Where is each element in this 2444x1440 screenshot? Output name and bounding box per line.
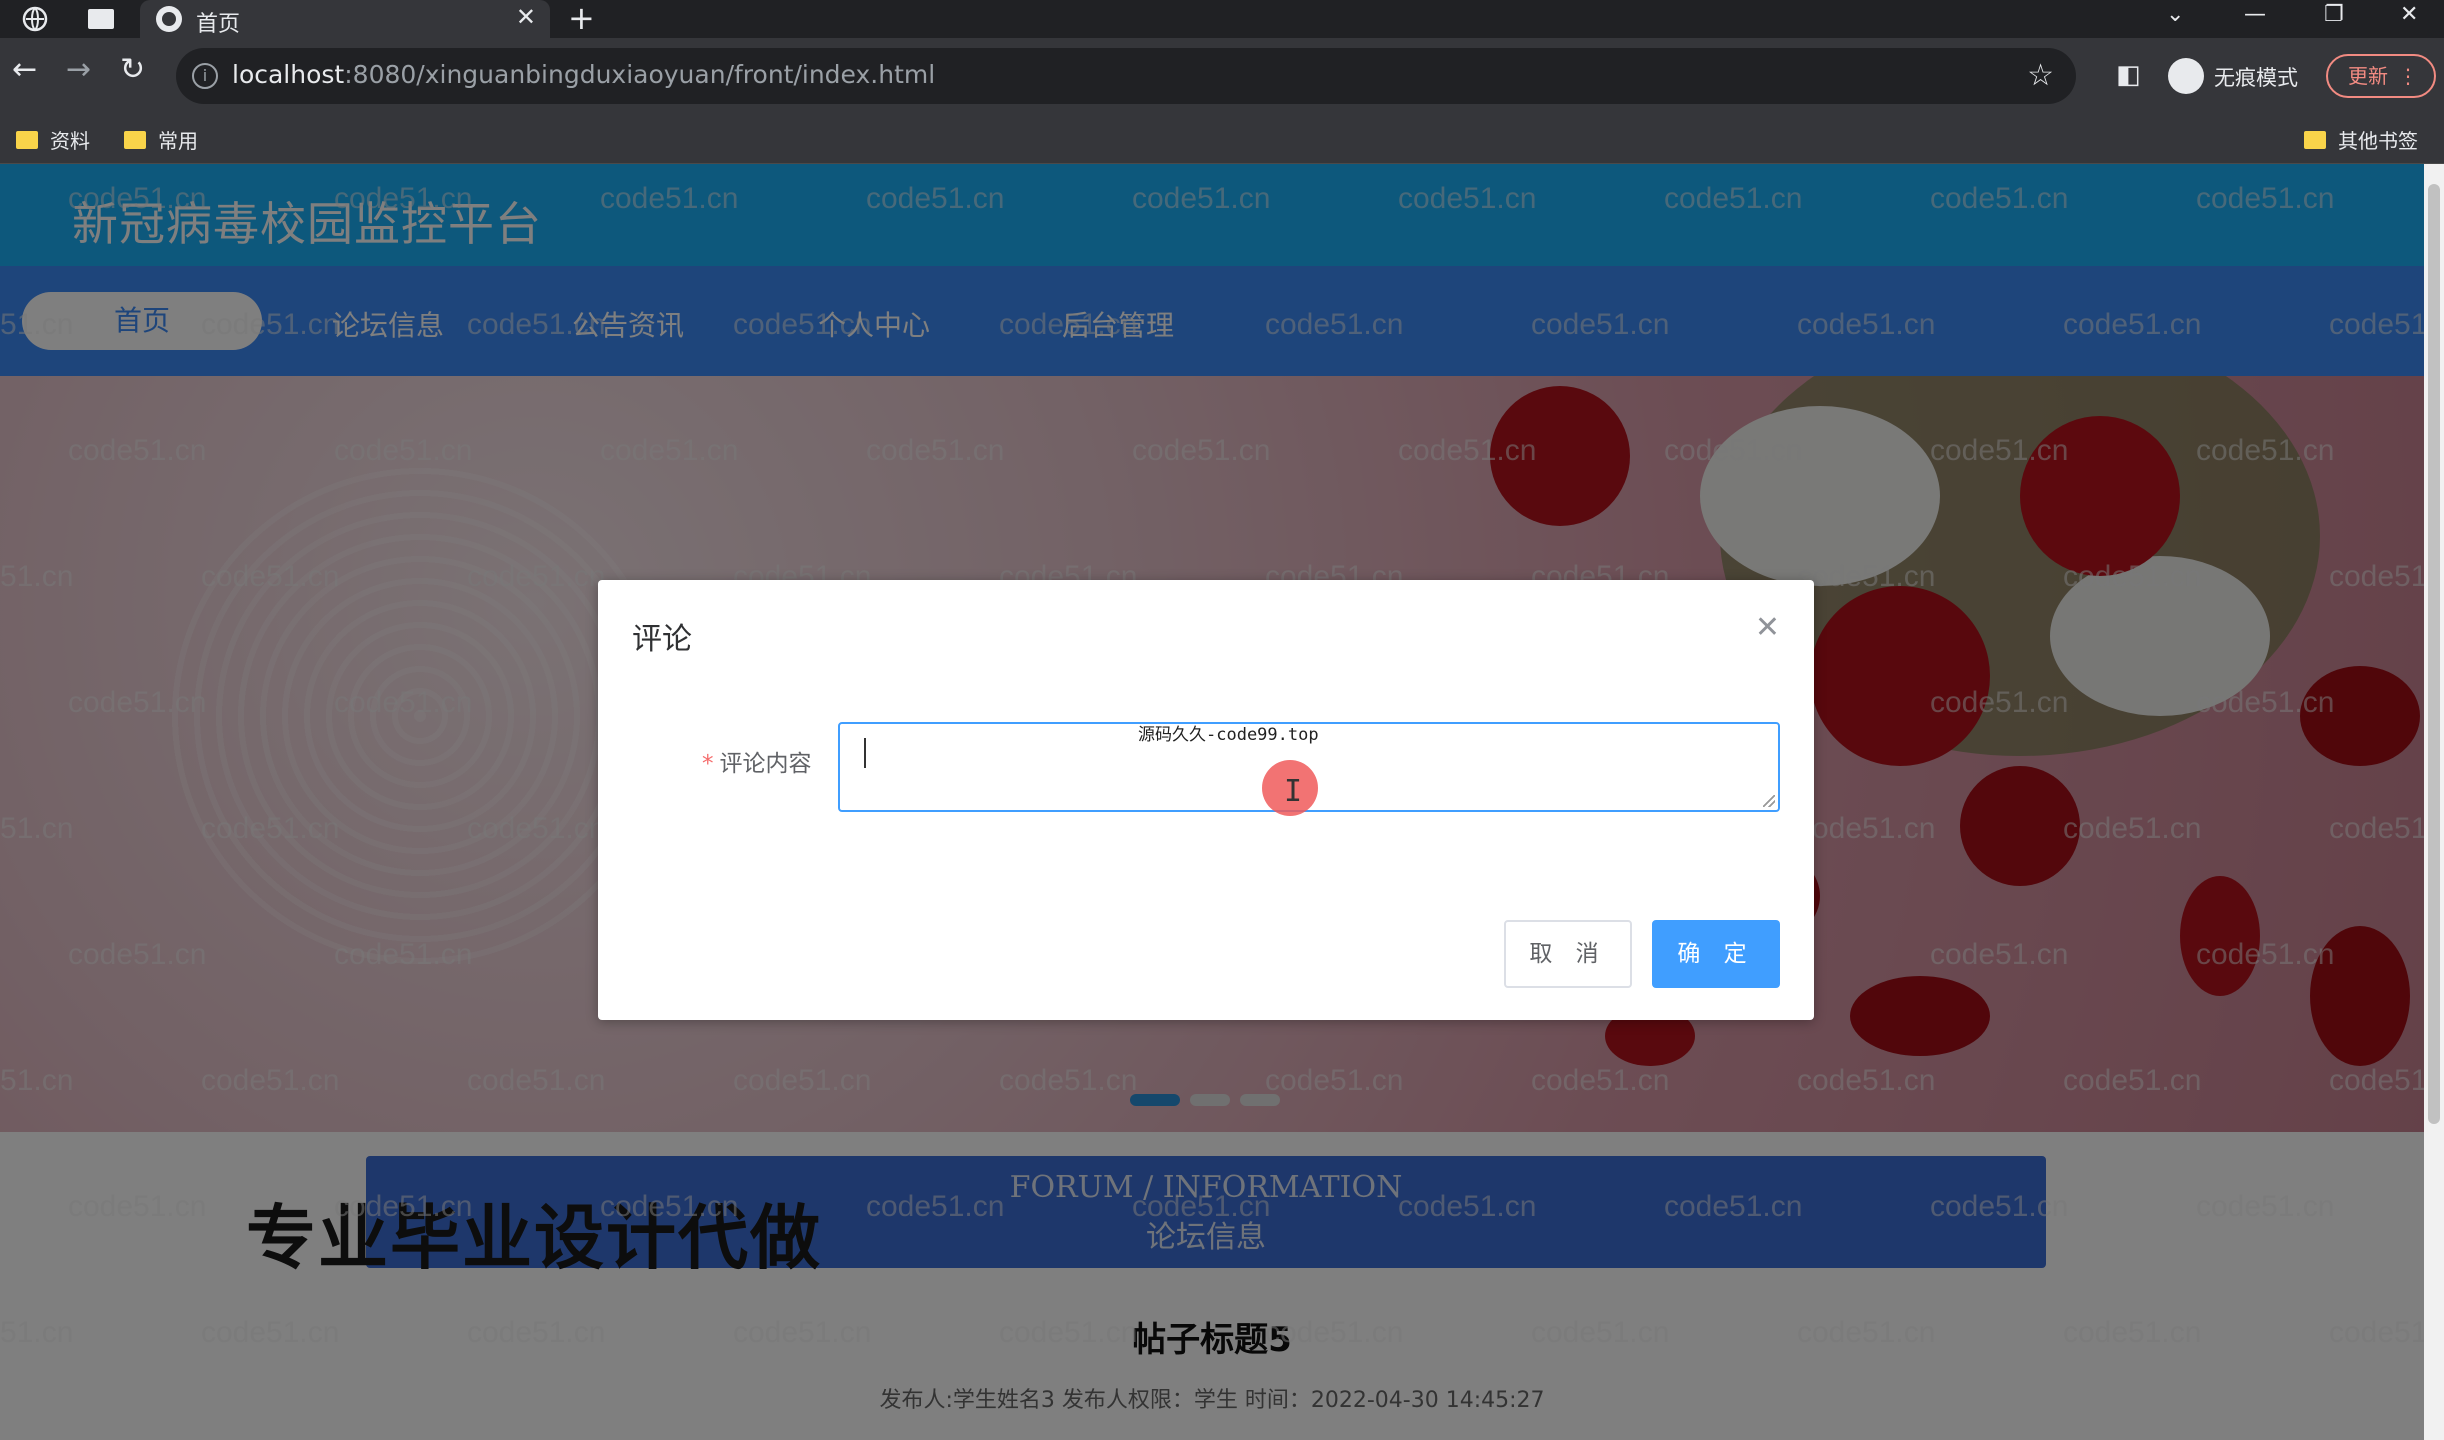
browser-tabstrip: 首页 ✕ + ⌄ — ❐ ✕ <box>0 0 2444 38</box>
menu-dots-icon[interactable]: ⋮ <box>2398 64 2418 88</box>
site-info-icon[interactable]: i <box>192 63 218 89</box>
reload-icon[interactable]: ↻ <box>120 52 145 87</box>
bookmark-folder-other[interactable]: 其他书签 <box>2304 125 2418 154</box>
overlay-hint-text: 源码久久-code99.top <box>1138 725 1319 745</box>
incognito-label: 无痕模式 <box>2214 66 2298 90</box>
tab-groups-icon[interactable] <box>86 4 116 34</box>
confirm-button[interactable]: 确 定 <box>1652 920 1780 988</box>
browser-tab-active[interactable]: 首页 ✕ <box>140 0 550 38</box>
resize-grip-icon[interactable] <box>1763 795 1775 807</box>
dialog-title: 评论 <box>632 622 692 657</box>
side-panel-icon[interactable]: ◧ <box>2116 60 2141 90</box>
tab-search-icon[interactable]: ⌄ <box>2166 0 2184 30</box>
minimize-icon[interactable]: — <box>2244 0 2266 30</box>
dialog-close-icon[interactable]: ✕ <box>1755 610 1780 645</box>
comment-dialog: 评论 ✕ * 评论内容 源码久久-code99.top I 取 消 确 定 <box>598 580 1814 1020</box>
scroll-thumb[interactable] <box>2428 184 2440 1124</box>
browser-tab-title: 首页 <box>196 12 241 37</box>
update-button[interactable]: 更新 ⋮ <box>2326 54 2436 98</box>
back-icon[interactable]: ← <box>12 52 37 87</box>
text-cursor-icon: I <box>1284 774 1303 809</box>
bookmark-star-icon[interactable]: ☆ <box>2027 58 2054 93</box>
text-caret <box>864 738 866 768</box>
folder-icon <box>124 130 146 149</box>
browser-toolbar: ← → ↻ i localhost:8080/xinguanbingduxiao… <box>0 38 2444 116</box>
bookmark-folder-changyong[interactable]: 常用 <box>124 125 198 154</box>
bookmarks-bar: 资料 常用 其他书签 <box>0 116 2444 164</box>
globe-icon[interactable] <box>20 4 50 34</box>
favicon-icon <box>156 6 182 32</box>
tab-close-icon[interactable]: ✕ <box>516 3 536 31</box>
url-text[interactable]: localhost:8080/xinguanbingduxiaoyuan/fro… <box>232 60 935 89</box>
address-bar[interactable]: i localhost:8080/xinguanbingduxiaoyuan/f… <box>176 48 2076 104</box>
folder-icon <box>2304 130 2326 149</box>
bookmark-folder-ziliao[interactable]: 资料 <box>16 125 90 154</box>
cancel-button[interactable]: 取 消 <box>1504 920 1632 988</box>
forward-icon[interactable]: → <box>66 52 91 87</box>
restore-icon[interactable]: ❐ <box>2324 0 2344 30</box>
page-scrollbar[interactable] <box>2424 164 2444 1440</box>
window-close-icon[interactable]: ✕ <box>2400 0 2418 30</box>
folder-icon <box>16 130 38 149</box>
new-tab-icon[interactable]: + <box>568 0 595 36</box>
comment-content-label: * 评论内容 <box>702 751 812 777</box>
incognito-icon[interactable] <box>2168 58 2204 94</box>
